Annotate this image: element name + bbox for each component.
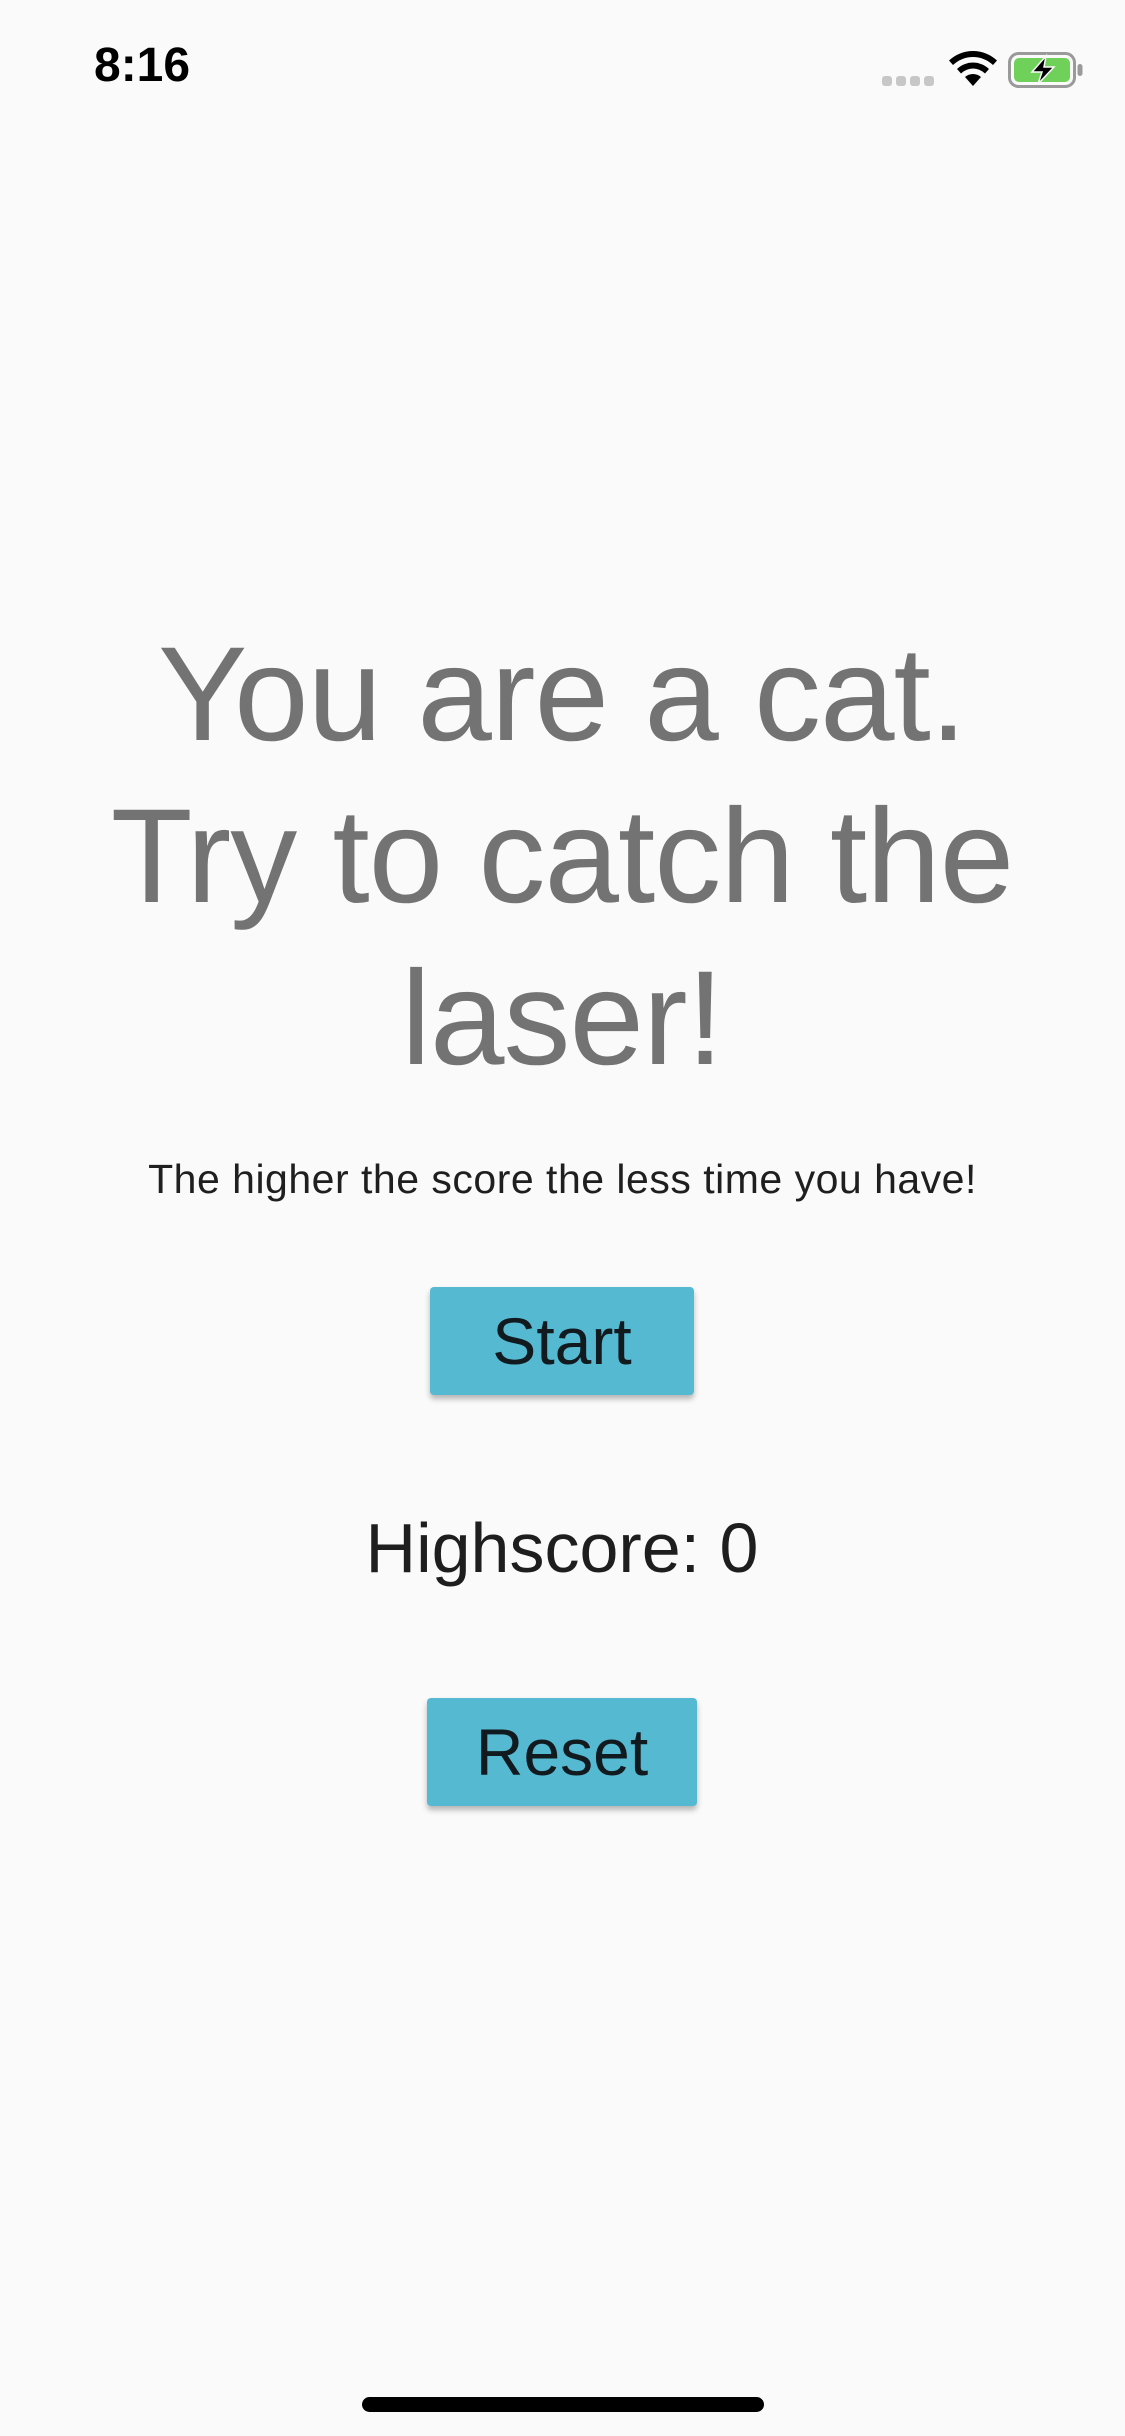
status-bar: 8:16 [0, 0, 1125, 132]
instructions-text: The higher the score the less time you h… [148, 1156, 977, 1202]
wifi-icon [949, 50, 997, 86]
reset-button[interactable]: Reset [427, 1698, 697, 1806]
home-indicator[interactable] [362, 2397, 764, 2412]
headline-line: Try to catch the [110, 782, 1015, 931]
highscore-text: Highscore: 0 [365, 1509, 759, 1587]
intro-headline: You are a cat. Try to catch the laser! [62, 614, 1062, 1100]
status-time: 8:16 [94, 39, 191, 92]
battery-charging-icon [1008, 52, 1083, 88]
headline-line: You are a cat. [158, 620, 967, 769]
start-button[interactable]: Start [430, 1287, 694, 1395]
cellular-signal-icon [882, 76, 934, 86]
app-screen: 8:16 You are a cat. Try to catch the las… [0, 0, 1125, 2436]
headline-line: laser! [401, 944, 724, 1093]
